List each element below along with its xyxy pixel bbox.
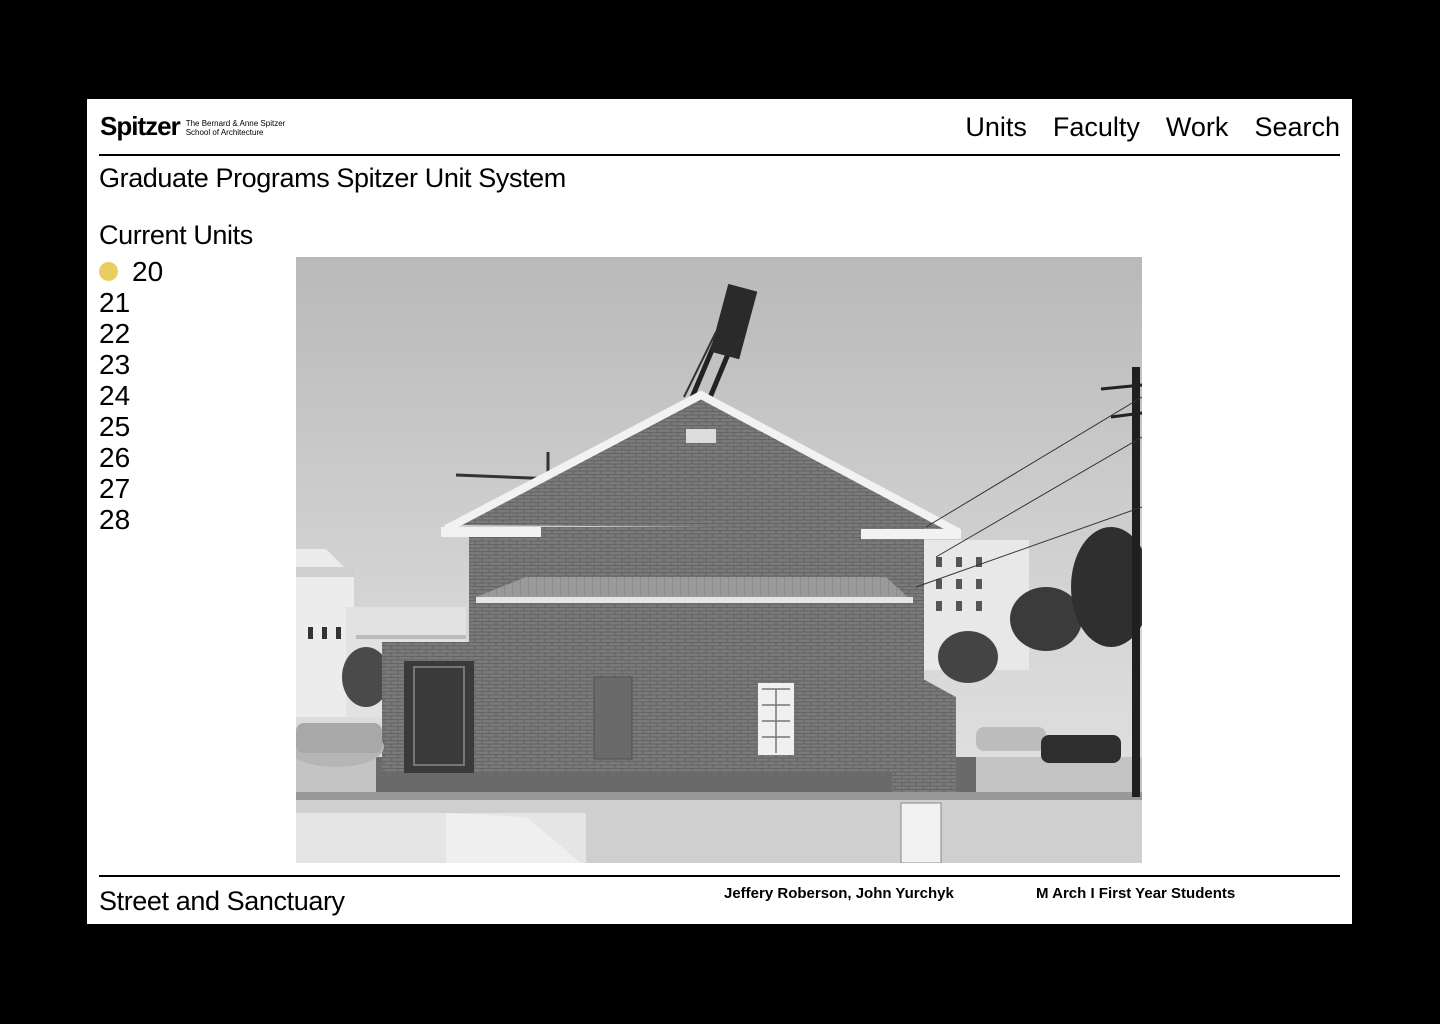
school-logo[interactable]: Spitzer The Bernard & Anne Spitzer Schoo… — [100, 113, 285, 139]
project-title[interactable]: Street and Sanctuary — [99, 884, 345, 918]
main-nav: Units Faculty Work Search — [965, 111, 1340, 143]
project-caption: Street and Sanctuary Jeffery Roberson, J… — [99, 875, 1340, 925]
unit-label: 21 — [99, 287, 131, 318]
program-title: Graduate Programs Spitzer Unit System — [99, 163, 566, 193]
logo-subtitle-line2: School of Architecture — [185, 127, 264, 137]
unit-label: 26 — [99, 442, 131, 473]
unit-item-20[interactable]: 20 — [99, 256, 163, 287]
unit-label: 24 — [99, 380, 131, 411]
project-faculty: Jeffery Roberson, John Yurchyk — [724, 885, 954, 902]
unit-label: 28 — [99, 504, 131, 535]
active-unit-dot-icon — [99, 262, 118, 281]
unit-item-21[interactable]: 21 — [99, 287, 163, 318]
unit-label: 23 — [99, 349, 131, 380]
site-header: Spitzer The Bernard & Anne Spitzer Schoo… — [99, 99, 1340, 156]
unit-item-26[interactable]: 26 — [99, 442, 163, 473]
logo-subtitle-line1: The Bernard & Anne Spitzer — [185, 118, 286, 128]
unit-item-27[interactable]: 27 — [99, 473, 163, 504]
unit-item-25[interactable]: 25 — [99, 411, 163, 442]
unit-item-24[interactable]: 24 — [99, 380, 163, 411]
nav-work[interactable]: Work — [1166, 111, 1229, 143]
unit-label: 27 — [99, 473, 131, 504]
unit-label: 22 — [99, 318, 131, 349]
nav-faculty[interactable]: Faculty — [1053, 111, 1140, 143]
nav-units[interactable]: Units — [965, 111, 1027, 143]
unit-label: 25 — [99, 411, 131, 442]
unit-item-22[interactable]: 22 — [99, 318, 163, 349]
unit-item-23[interactable]: 23 — [99, 349, 163, 380]
unit-item-28[interactable]: 28 — [99, 504, 163, 535]
logo-wordmark: Spitzer — [100, 111, 181, 141]
page: Spitzer The Bernard & Anne Spitzer Schoo… — [87, 99, 1352, 924]
project-photo[interactable] — [296, 257, 1142, 863]
current-units-heading: Current Units — [99, 220, 253, 250]
project-level: M Arch I First Year Students — [1036, 885, 1236, 902]
nav-search[interactable]: Search — [1254, 111, 1340, 143]
logo-subtitle: The Bernard & Anne Spitzer School of Arc… — [186, 116, 286, 137]
units-list: 20 21 22 23 24 25 26 27 28 — [99, 256, 163, 535]
unit-label: 20 — [132, 256, 164, 287]
